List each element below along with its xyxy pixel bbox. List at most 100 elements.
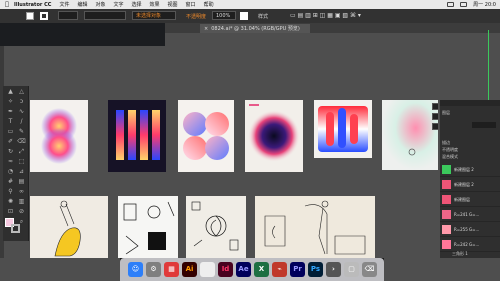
width-tool-icon[interactable]: ≈ bbox=[6, 158, 15, 166]
artboard-illustration-3[interactable] bbox=[186, 196, 246, 258]
free-transform-icon[interactable]: ⬚ bbox=[17, 158, 26, 166]
artboard-dark-orb[interactable] bbox=[245, 100, 303, 172]
panel-toggle-3[interactable] bbox=[432, 123, 439, 130]
tab-close-icon[interactable]: × bbox=[204, 26, 208, 32]
apple-icon[interactable]:  bbox=[0, 1, 14, 8]
layer-name: R=255 G=... bbox=[454, 227, 480, 232]
layer-item[interactable]: R=255 G=... bbox=[440, 222, 500, 237]
artboard-illustration-2[interactable] bbox=[118, 196, 178, 258]
tab-document[interactable]: × 0824.ai* @ 31.04% (RGB/GPU 预览) bbox=[200, 24, 310, 33]
graph-tool-icon[interactable]: ▥ bbox=[17, 198, 26, 206]
panel-header bbox=[440, 100, 500, 106]
perspective-icon[interactable]: ⊿ bbox=[17, 168, 26, 176]
artboard-circles[interactable] bbox=[178, 100, 234, 172]
battery-icon[interactable] bbox=[447, 2, 455, 7]
blend-icon[interactable]: ∞ bbox=[17, 188, 26, 196]
magic-wand-icon[interactable]: ✧ bbox=[6, 98, 15, 106]
eraser-icon[interactable]: ⌫ bbox=[17, 138, 26, 146]
type-tool-icon[interactable]: T bbox=[6, 118, 15, 126]
panel-toggle-2[interactable] bbox=[432, 113, 439, 120]
wifi-icon[interactable] bbox=[460, 2, 468, 7]
scale-icon[interactable]: ⤢ bbox=[17, 148, 26, 156]
panel-title[interactable]: 图层 bbox=[442, 110, 450, 116]
rectangle-tool-icon[interactable]: ▭ bbox=[6, 128, 15, 136]
paintbrush-icon[interactable]: ✎ bbox=[17, 128, 26, 136]
symbol-sprayer-icon[interactable]: ✺ bbox=[6, 198, 15, 206]
blank-app-icon[interactable] bbox=[200, 262, 215, 277]
trash-icon[interactable]: ⌫ bbox=[362, 262, 377, 277]
photoshop-icon[interactable]: Ps bbox=[308, 262, 323, 277]
excel-icon[interactable]: X bbox=[254, 262, 269, 277]
menu-select[interactable]: 选择 bbox=[132, 1, 142, 8]
layer-list: 新建图层 2 新建图层 2 新建图层 R=241 G=... R=255 G=.… bbox=[440, 162, 500, 258]
graphic-style-select[interactable]: 未选择对象 bbox=[132, 11, 176, 20]
opacity-input[interactable]: 100% bbox=[212, 11, 236, 20]
tab-title: 0824.ai* @ 31.04% (RGB/GPU 预览) bbox=[211, 26, 300, 32]
layer-item[interactable]: 新建图层 2 bbox=[440, 162, 500, 177]
pdf-icon[interactable]: ⌁ bbox=[272, 262, 287, 277]
fill-swatch[interactable] bbox=[26, 12, 34, 20]
artboard-stripes[interactable] bbox=[108, 100, 166, 172]
mesh-icon[interactable]: # bbox=[6, 178, 15, 186]
direct-selection-tool-icon[interactable]: △ bbox=[17, 88, 26, 96]
rotate-icon[interactable]: ↻ bbox=[6, 148, 15, 156]
stroke-swatch[interactable] bbox=[40, 12, 48, 20]
menu-file[interactable]: 文件 bbox=[59, 1, 69, 8]
layer-item[interactable]: 新建图层 2 bbox=[440, 177, 500, 192]
artboard-3d-shapes[interactable] bbox=[314, 100, 372, 158]
stroke-weight-select[interactable] bbox=[58, 11, 78, 20]
settings-icon[interactable]: ⚙ bbox=[146, 262, 161, 277]
menu-app-name[interactable]: Illustrator CC bbox=[14, 2, 51, 8]
selection-tool-icon[interactable]: ▲ bbox=[6, 88, 15, 96]
line-tool-icon[interactable]: / bbox=[17, 118, 26, 126]
clock[interactable]: 周一 20:0 bbox=[473, 1, 496, 8]
panel-row-blend[interactable]: 混合模式 bbox=[442, 154, 458, 160]
bottom-layer-label[interactable]: 三角形 1 bbox=[452, 251, 468, 257]
calendar-icon[interactable]: ▦ bbox=[164, 262, 179, 277]
after-effects-icon[interactable]: Ae bbox=[236, 262, 251, 277]
shape-builder-icon[interactable]: ◔ bbox=[6, 168, 15, 176]
menu-object[interactable]: 对象 bbox=[95, 1, 105, 8]
menu-view[interactable]: 视图 bbox=[168, 1, 178, 8]
menu-help[interactable]: 帮助 bbox=[204, 1, 214, 8]
layer-item[interactable]: 新建图层 bbox=[440, 192, 500, 207]
canvas-bottom-right bbox=[384, 258, 500, 281]
style-swatch[interactable] bbox=[240, 12, 248, 20]
panel-row-opacity[interactable]: 不透明度 bbox=[442, 147, 458, 153]
terminal-icon[interactable]: › bbox=[326, 262, 341, 277]
artwork-gradient-orbs bbox=[41, 108, 77, 164]
panel-toggle-1[interactable] bbox=[432, 103, 439, 110]
premiere-icon[interactable]: Pr bbox=[290, 262, 305, 277]
artboard-gradient-pink[interactable] bbox=[30, 100, 88, 172]
lasso-icon[interactable]: ↄ bbox=[17, 98, 26, 106]
menu-effect[interactable]: 效果 bbox=[150, 1, 160, 8]
artboard-light-gradient[interactable] bbox=[382, 100, 438, 170]
artboard-tool-icon[interactable]: ⊡ bbox=[6, 208, 15, 216]
align-icons[interactable]: ▭ ▤ ▥ ⊞ ◫ ▦ ▣ ▧ ⌘ ▾ bbox=[290, 12, 361, 19]
indesign-icon[interactable]: Id bbox=[218, 262, 233, 277]
folder-icon[interactable]: ▢ bbox=[344, 262, 359, 277]
artboard-illustration-1[interactable] bbox=[30, 196, 108, 258]
illustrator-icon[interactable]: Ai bbox=[182, 262, 197, 277]
finder-icon[interactable]: ☺ bbox=[128, 262, 143, 277]
style-label[interactable]: 样式 bbox=[258, 13, 268, 20]
gradient-icon[interactable]: ▤ bbox=[17, 178, 26, 186]
pencil-icon[interactable]: ✐ bbox=[6, 138, 15, 146]
stroke-color-box[interactable] bbox=[11, 224, 20, 233]
opacity-label[interactable]: 不透明度 bbox=[186, 13, 206, 20]
slice-tool-icon[interactable]: ⊘ bbox=[17, 208, 26, 216]
curvature-icon[interactable]: ∿ bbox=[17, 108, 26, 116]
artwork-3d-tubes bbox=[318, 106, 368, 152]
menu-type[interactable]: 文字 bbox=[113, 1, 123, 8]
layer-item[interactable]: R=242 G=... bbox=[440, 237, 500, 252]
panel-dropdown[interactable] bbox=[472, 122, 496, 128]
artboard-illustration-4[interactable] bbox=[255, 196, 375, 258]
layer-item[interactable]: R=241 G=... bbox=[440, 207, 500, 222]
panel-row-stroke[interactable]: 描边 bbox=[442, 140, 450, 146]
brush-select[interactable] bbox=[84, 11, 126, 20]
layer-name: 新建图层 2 bbox=[454, 182, 474, 187]
menu-edit[interactable]: 编辑 bbox=[77, 1, 87, 8]
menu-window[interactable]: 窗口 bbox=[186, 1, 196, 8]
pen-tool-icon[interactable]: ✒ bbox=[6, 108, 15, 116]
eyedropper-icon[interactable]: ⚲ bbox=[6, 188, 15, 196]
